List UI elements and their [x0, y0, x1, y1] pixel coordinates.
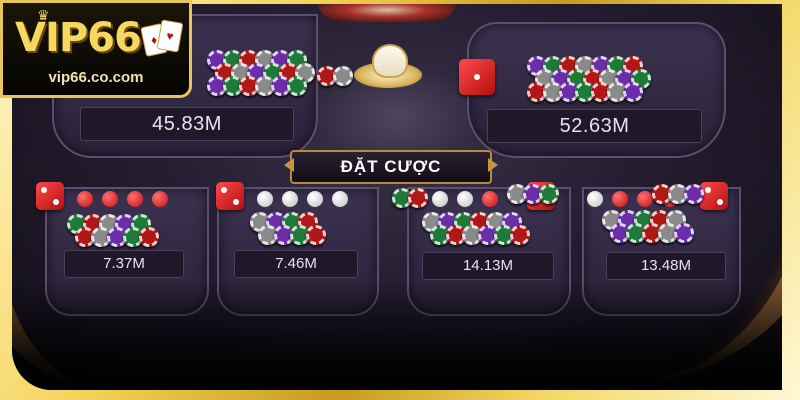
- white-dot: [457, 191, 473, 207]
- red-dot: [637, 191, 653, 207]
- dealer-hand: [317, 4, 457, 22]
- chip-icon: [333, 66, 353, 86]
- white-dot: [307, 191, 323, 207]
- white-dot: [282, 191, 298, 207]
- die-pip: [717, 199, 723, 205]
- bowl-cup: [372, 44, 408, 78]
- chip-icon: [623, 82, 643, 102]
- place-bet-banner: ĐẶT CƯỢC: [290, 150, 492, 184]
- cards-icon: ♦ ♥: [140, 19, 184, 63]
- chip-icon: [510, 225, 530, 245]
- red-dot: [77, 191, 93, 207]
- side-bet-4-amount: 13.48M: [606, 252, 726, 280]
- red-dot: [482, 191, 498, 207]
- red-dot: [127, 191, 143, 207]
- white-dot: [587, 191, 603, 207]
- die-pip: [705, 187, 711, 193]
- chip-icon: [139, 227, 159, 247]
- chip-icon: [539, 184, 559, 204]
- white-dot: [432, 191, 448, 207]
- main-bet-left-amount: 45.83M: [80, 107, 294, 141]
- white-dot: [257, 191, 273, 207]
- die-pip: [41, 187, 47, 193]
- bottom-shadow: [12, 280, 782, 390]
- logo-url: vip66.co.com: [48, 69, 144, 86]
- chip-icon: [408, 188, 428, 208]
- chip-icon: [674, 223, 694, 243]
- chip-icon: [287, 76, 307, 96]
- chip-icon: [684, 184, 704, 204]
- die-pip: [221, 187, 227, 193]
- side-bet-1-amount: 7.37M: [64, 250, 184, 278]
- chip-icon: [306, 225, 326, 245]
- card-icon: ♥: [156, 19, 184, 53]
- red-dot: [102, 191, 118, 207]
- dice-icon: [216, 182, 244, 210]
- dice-bowl: [354, 40, 422, 92]
- red-dot: [152, 191, 168, 207]
- side-bet-3-amount: 14.13M: [422, 252, 554, 280]
- die-pip: [233, 199, 239, 205]
- logo-text: VIP66: [15, 15, 142, 61]
- white-dot: [332, 191, 348, 207]
- red-dot: [612, 191, 628, 207]
- side-bet-2-amount: 7.46M: [234, 250, 358, 278]
- die-pip: [53, 199, 59, 205]
- dice-icon: [459, 59, 495, 95]
- dice-icon: [36, 182, 64, 210]
- dice-icon: [700, 182, 728, 210]
- die-pip: [474, 74, 480, 80]
- vip66-logo: ♛ VIP66 ♦ ♥ vip66.co.com: [0, 0, 192, 98]
- main-bet-right-amount: 52.63M: [487, 109, 702, 143]
